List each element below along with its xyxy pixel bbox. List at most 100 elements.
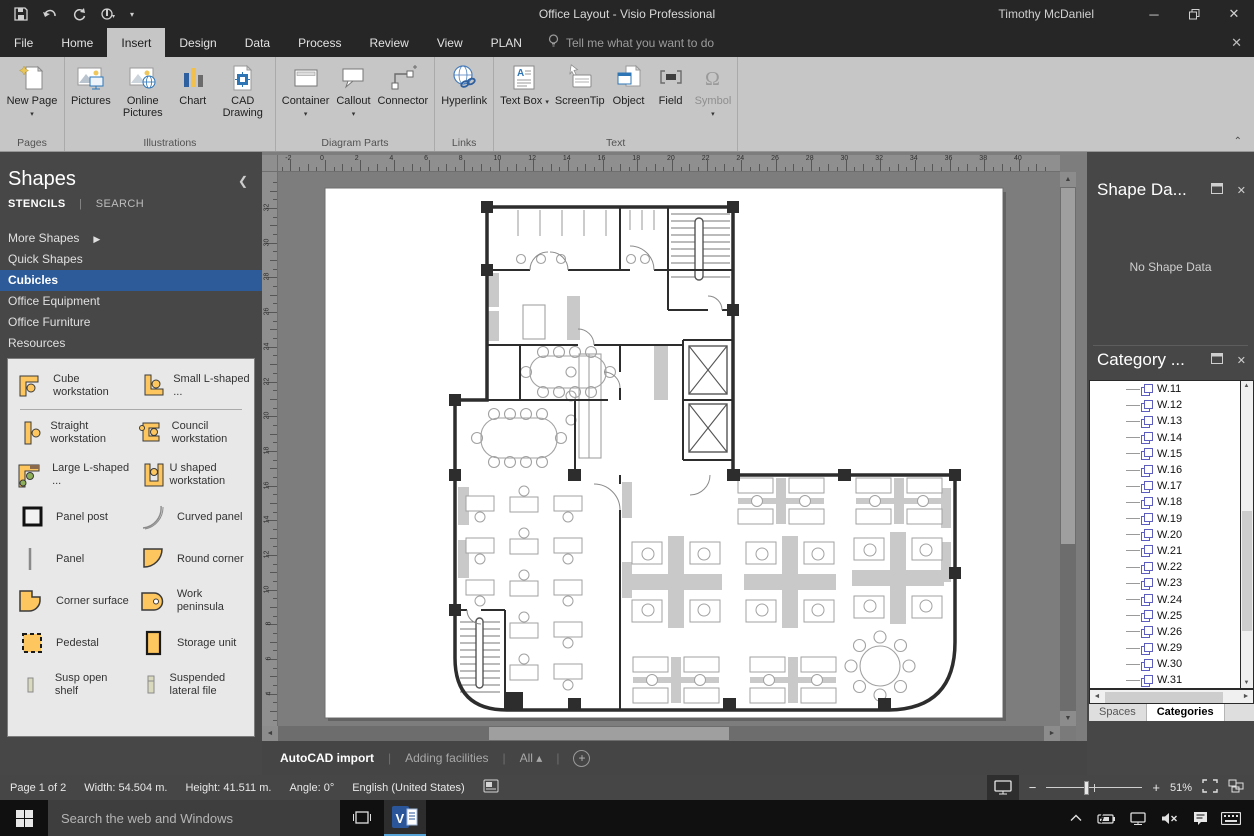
- scroll-left-icon[interactable]: ◄: [262, 726, 278, 741]
- category-item[interactable]: W.18: [1090, 494, 1240, 510]
- new-page-button[interactable]: New Page ▾: [3, 59, 61, 123]
- tab-categories[interactable]: Categories: [1147, 704, 1225, 721]
- category-item[interactable]: W.15: [1090, 446, 1240, 462]
- category-vertical-scrollbar[interactable]: ▲ ▼: [1241, 380, 1254, 689]
- tab-process[interactable]: Process: [284, 28, 355, 57]
- category-item[interactable]: W.20: [1090, 527, 1240, 543]
- zoom-slider[interactable]: [1046, 781, 1142, 795]
- category-item[interactable]: W.25: [1090, 608, 1240, 624]
- shape-round-corner[interactable]: Round corner: [131, 538, 252, 580]
- status-language[interactable]: English (United States): [352, 782, 465, 794]
- tab-view[interactable]: View: [423, 28, 477, 57]
- shape-storage-unit[interactable]: Storage unit: [131, 622, 252, 664]
- cad-drawing-button[interactable]: CAD Drawing: [214, 59, 272, 121]
- fit-page-button[interactable]: [1202, 779, 1218, 796]
- horizontal-scrollbar[interactable]: ◄ ►: [262, 726, 1076, 741]
- stencil-office-furniture[interactable]: Office Furniture: [0, 312, 262, 333]
- zoom-slider-thumb[interactable]: [1084, 781, 1089, 795]
- callout-button[interactable]: Callout▾: [332, 59, 374, 123]
- status-page-number[interactable]: Page 1 of 2: [10, 782, 66, 794]
- shape-susp-open-shelf[interactable]: Susp open shelf: [10, 664, 131, 706]
- stencil-resources[interactable]: Resources: [0, 333, 262, 354]
- new-page-tab-button[interactable]: +: [573, 750, 590, 767]
- tab-data[interactable]: Data: [231, 28, 284, 57]
- category-item[interactable]: W.30: [1090, 656, 1240, 672]
- screentip-button[interactable]: ScreenTip: [552, 59, 608, 109]
- hyperlink-button[interactable]: Hyperlink: [438, 59, 490, 109]
- task-view-button[interactable]: [340, 800, 384, 836]
- category-item[interactable]: W.26: [1090, 624, 1240, 640]
- object-button[interactable]: Object: [608, 59, 650, 109]
- close-button[interactable]: ✕: [1214, 0, 1254, 28]
- category-item[interactable]: W.21: [1090, 543, 1240, 559]
- scroll-right-icon[interactable]: ►: [1044, 726, 1060, 741]
- float-pane-icon[interactable]: [1211, 353, 1223, 367]
- zoom-out-button[interactable]: −: [1029, 781, 1037, 794]
- switch-windows-button[interactable]: [1228, 779, 1244, 796]
- presentation-mode-button[interactable]: [987, 775, 1019, 800]
- drawing-page[interactable]: [278, 172, 1060, 726]
- shape-panel[interactable]: Panel: [10, 538, 131, 580]
- shape-corner-surface[interactable]: Corner surface: [10, 580, 131, 622]
- shape-pedestal[interactable]: Pedestal: [10, 622, 131, 664]
- stencil-cubicles[interactable]: Cubicles: [0, 270, 262, 291]
- stencil-more-shapes[interactable]: More Shapes▶: [0, 228, 262, 249]
- scroll-right-icon[interactable]: ►: [1239, 693, 1253, 700]
- vertical-scrollbar[interactable]: ▲ ▼: [1060, 172, 1076, 726]
- close-category-icon[interactable]: ✕: [1237, 354, 1246, 367]
- close-shape-data-icon[interactable]: ✕: [1237, 184, 1246, 197]
- close-secondary-icon[interactable]: ✕: [1231, 28, 1242, 57]
- page-tab-autocad-import[interactable]: AutoCAD import: [280, 751, 374, 765]
- minimize-button[interactable]: ─: [1134, 0, 1174, 28]
- shape-work-peninsula[interactable]: Work peninsula: [131, 580, 252, 622]
- tab-file[interactable]: File: [0, 28, 47, 57]
- category-item[interactable]: W.24: [1090, 591, 1240, 607]
- zoom-in-button[interactable]: +: [1152, 781, 1160, 794]
- chart-button[interactable]: Chart: [172, 59, 214, 109]
- network-icon[interactable]: [1127, 812, 1149, 825]
- vertical-scroll-thumb[interactable]: [1061, 188, 1075, 544]
- category-item[interactable]: W.22: [1090, 559, 1240, 575]
- shape-panel-post[interactable]: Panel post: [10, 496, 131, 538]
- stencil-office-equipment[interactable]: Office Equipment: [0, 291, 262, 312]
- category-item[interactable]: W.19: [1090, 511, 1240, 527]
- shape-cube-workstation[interactable]: Cube workstation: [10, 365, 131, 407]
- taskbar-search-input[interactable]: Search the web and Windows: [48, 800, 340, 836]
- category-item[interactable]: W.13: [1090, 413, 1240, 429]
- category-hscroll-thumb[interactable]: [1105, 692, 1223, 703]
- online-pictures-button[interactable]: Online Pictures: [114, 59, 172, 121]
- shape-curved-panel[interactable]: Curved panel: [131, 496, 252, 538]
- category-tree-list[interactable]: W.11W.12W.13W.14W.15W.16W.17W.18W.19W.20…: [1089, 380, 1241, 689]
- scroll-down-icon[interactable]: ▼: [1060, 711, 1076, 726]
- category-item[interactable]: W.31: [1090, 672, 1240, 688]
- float-pane-icon[interactable]: [1211, 183, 1223, 197]
- category-item[interactable]: W.16: [1090, 462, 1240, 478]
- restore-button[interactable]: [1174, 0, 1214, 28]
- category-scroll-thumb[interactable]: [1242, 511, 1252, 631]
- visio-taskbar-button[interactable]: V: [384, 800, 426, 836]
- category-item[interactable]: W.17: [1090, 478, 1240, 494]
- tab-search[interactable]: SEARCH: [96, 198, 144, 210]
- pictures-button[interactable]: Pictures: [68, 59, 114, 109]
- macro-record-icon[interactable]: [483, 779, 499, 796]
- tab-stencils[interactable]: STENCILS: [8, 198, 66, 210]
- category-item[interactable]: W.29: [1090, 640, 1240, 656]
- horizontal-scroll-thumb[interactable]: [489, 727, 729, 740]
- category-horizontal-scrollbar[interactable]: ◄ ►: [1089, 689, 1254, 704]
- shape-large-l-shaped[interactable]: Large L-shaped ...: [10, 454, 131, 496]
- zoom-level[interactable]: 51%: [1170, 782, 1192, 794]
- category-item[interactable]: W.12: [1090, 397, 1240, 413]
- tray-expand-icon[interactable]: [1065, 814, 1087, 822]
- container-button[interactable]: Container▾: [279, 59, 333, 123]
- text-box-button[interactable]: A Text Box ▾: [497, 59, 552, 111]
- collapse-ribbon-icon[interactable]: ⌃: [1234, 136, 1242, 147]
- category-item[interactable]: W.11: [1090, 381, 1240, 397]
- connector-button[interactable]: Connector: [374, 59, 431, 109]
- page-list-all-button[interactable]: All ▴: [520, 751, 543, 765]
- scroll-up-icon[interactable]: ▲: [1060, 172, 1076, 187]
- scroll-up-icon[interactable]: ▲: [1241, 383, 1252, 389]
- tab-review[interactable]: Review: [355, 28, 422, 57]
- tab-home[interactable]: Home: [47, 28, 107, 57]
- tab-plan[interactable]: PLAN: [477, 28, 536, 57]
- tab-insert[interactable]: Insert: [107, 28, 165, 57]
